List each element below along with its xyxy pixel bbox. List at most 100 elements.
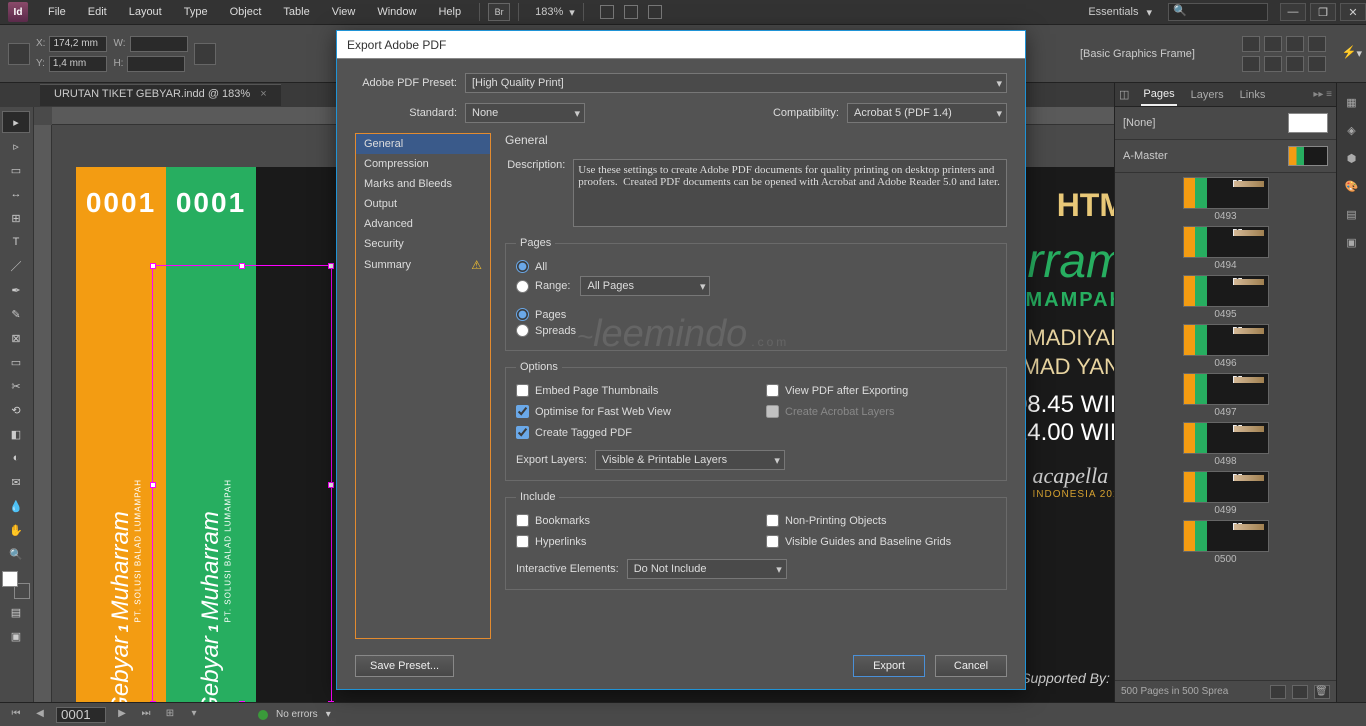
line-tool-icon[interactable]: ／ xyxy=(2,255,30,277)
standard-select[interactable]: None xyxy=(465,103,585,123)
next-page-button[interactable]: ▶ xyxy=(114,708,130,722)
free-transform-tool-icon[interactable]: ⟲ xyxy=(2,399,30,421)
page-thumb-row[interactable]: A0495 xyxy=(1183,275,1269,320)
check-view-after[interactable] xyxy=(766,384,779,397)
stroke-panel-icon[interactable]: ◈ xyxy=(1341,119,1363,141)
gradient-panel-icon[interactable]: ▤ xyxy=(1341,203,1363,225)
radio-spreads[interactable] xyxy=(516,324,529,337)
document-tab[interactable]: URUTAN TIKET GEBYAR.indd @ 183%× xyxy=(40,84,281,106)
tab-layers[interactable]: Layers xyxy=(1189,85,1226,105)
menu-edit[interactable]: Edit xyxy=(78,2,117,22)
cb-icon-2[interactable] xyxy=(1264,36,1282,52)
new-page-icon[interactable] xyxy=(1292,685,1308,699)
preset-select[interactable]: [High Quality Print] xyxy=(465,73,1007,93)
side-tab-security[interactable]: Security xyxy=(356,234,490,254)
tab-links[interactable]: Links xyxy=(1238,85,1268,105)
side-tab-advanced[interactable]: Advanced xyxy=(356,214,490,234)
scissors-tool-icon[interactable]: ✂ xyxy=(2,375,30,397)
cc-libraries-icon[interactable]: ▦ xyxy=(1341,91,1363,113)
last-page-button[interactable]: ⏭ xyxy=(138,708,154,722)
gradient-swatch-tool-icon[interactable]: ◧ xyxy=(2,423,30,445)
radio-all[interactable] xyxy=(516,260,529,273)
menu-object[interactable]: Object xyxy=(220,2,272,22)
page-tool-icon[interactable]: ▭ xyxy=(2,159,30,181)
window-minimize-button[interactable]: — xyxy=(1280,3,1306,21)
page-thumb-row[interactable]: A0494 xyxy=(1183,226,1269,271)
check-bookmarks[interactable] xyxy=(516,514,529,527)
preflight-dropdown-icon[interactable]: ▾ xyxy=(326,709,331,720)
direct-selection-tool-icon[interactable]: ▹ xyxy=(2,135,30,157)
check-hyperlinks[interactable] xyxy=(516,535,529,548)
menu-table[interactable]: Table xyxy=(273,2,319,22)
cb-icon-1[interactable] xyxy=(1242,36,1260,52)
page-thumb-row[interactable]: A0500 xyxy=(1183,520,1269,565)
cb-icon-4[interactable] xyxy=(1308,36,1326,52)
delete-page-icon[interactable]: 🗑 xyxy=(1314,685,1330,699)
cb-icon-3[interactable] xyxy=(1286,36,1304,52)
menu-help[interactable]: Help xyxy=(428,2,471,22)
check-tagged[interactable] xyxy=(516,426,529,439)
reference-point-icon[interactable] xyxy=(8,43,30,65)
cb-icon-7[interactable] xyxy=(1286,56,1304,72)
open-bridge-icon[interactable]: ⊞ xyxy=(162,708,178,722)
check-optimize[interactable] xyxy=(516,405,529,418)
side-tab-compression[interactable]: Compression xyxy=(356,154,490,174)
radio-range[interactable] xyxy=(516,280,529,293)
zoom-tool-icon[interactable]: 🔍 xyxy=(2,543,30,565)
gap-tool-icon[interactable]: ↔ xyxy=(2,183,30,205)
cb-icon-5[interactable] xyxy=(1242,56,1260,72)
edit-page-size-icon[interactable] xyxy=(1270,685,1286,699)
constrain-proportions-icon[interactable] xyxy=(194,43,216,65)
check-embed-thumbs[interactable] xyxy=(516,384,529,397)
note-tool-icon[interactable]: ✉ xyxy=(2,471,30,493)
panel-collapse-icon[interactable]: ▸▸ ≡ xyxy=(1313,89,1332,100)
apply-color-icon[interactable]: ▤ xyxy=(2,601,30,623)
hand-tool-icon[interactable]: ✋ xyxy=(2,519,30,541)
screen-mode-tool-icon[interactable]: ▣ xyxy=(2,625,30,647)
pages-thumb-list[interactable]: A0493A0494A0495A0496A0497A0498A0499A0500 xyxy=(1115,173,1336,680)
master-none[interactable]: [None] xyxy=(1115,107,1336,140)
range-select[interactable]: All Pages xyxy=(580,276,710,296)
compatibility-select[interactable]: Acrobat 5 (PDF 1.4) xyxy=(847,103,1007,123)
prev-page-button[interactable]: ◀ xyxy=(32,708,48,722)
page-thumb-row[interactable]: A0497 xyxy=(1183,373,1269,418)
pencil-tool-icon[interactable]: ✎ xyxy=(2,303,30,325)
color-panel-icon[interactable]: ⬢ xyxy=(1341,147,1363,169)
export-layers-select[interactable]: Visible & Printable Layers xyxy=(595,450,785,470)
rectangle-tool-icon[interactable]: ▭ xyxy=(2,351,30,373)
vertical-ruler[interactable] xyxy=(34,125,52,702)
menu-view[interactable]: View xyxy=(322,2,366,22)
cb-icon-6[interactable] xyxy=(1264,56,1282,72)
menu-type[interactable]: Type xyxy=(174,2,218,22)
cancel-button[interactable]: Cancel xyxy=(935,655,1007,677)
zoom-level[interactable]: 183% xyxy=(535,6,563,18)
side-tab-marks[interactable]: Marks and Bleeds xyxy=(356,174,490,194)
x-field[interactable] xyxy=(49,36,107,52)
quick-apply-icon[interactable]: ⚡ xyxy=(1340,45,1358,63)
check-guides[interactable] xyxy=(766,535,779,548)
workspace-switcher[interactable]: Essentials xyxy=(1088,6,1138,18)
side-tab-summary[interactable]: Summary⚠ xyxy=(356,254,490,276)
page-thumb-row[interactable]: A0493 xyxy=(1183,177,1269,222)
interactive-select[interactable]: Do Not Include xyxy=(627,559,787,579)
type-tool-icon[interactable]: T xyxy=(2,231,30,253)
radio-pages[interactable] xyxy=(516,308,529,321)
save-preset-button[interactable]: Save Preset... xyxy=(355,655,454,677)
page-thumb-row[interactable]: A0499 xyxy=(1183,471,1269,516)
object-styles-icon[interactable]: ▣ xyxy=(1341,231,1363,253)
h-field[interactable] xyxy=(127,56,185,72)
rectangle-frame-tool-icon[interactable]: ⊠ xyxy=(2,327,30,349)
swatches-panel-icon[interactable]: 🎨 xyxy=(1341,175,1363,197)
content-collector-tool-icon[interactable]: ⊞ xyxy=(2,207,30,229)
y-field[interactable] xyxy=(49,56,107,72)
bridge-button[interactable]: Br xyxy=(488,3,510,21)
arrange-documents-icon[interactable] xyxy=(648,5,662,19)
window-restore-button[interactable]: ❐ xyxy=(1310,3,1336,21)
check-nonprint[interactable] xyxy=(766,514,779,527)
menu-file[interactable]: File xyxy=(38,2,76,22)
w-field[interactable] xyxy=(130,36,188,52)
page-number-field[interactable] xyxy=(56,707,106,723)
cb-icon-8[interactable] xyxy=(1308,56,1326,72)
zoom-dropdown-icon[interactable]: ▾ xyxy=(569,6,575,19)
view-options-icon[interactable] xyxy=(600,5,614,19)
